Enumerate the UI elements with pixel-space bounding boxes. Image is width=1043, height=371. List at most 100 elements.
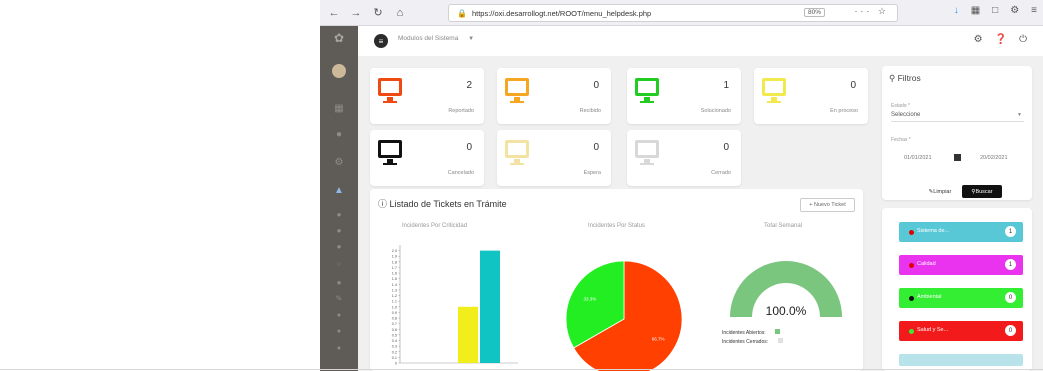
screen: ← → ↻ ⌂ 🔒 https://oxi.desarrollogt.net/R…: [0, 0, 1043, 371]
category-item[interactable]: Salud y Se... 0: [899, 321, 1023, 341]
category-item[interactable]: Calidad 1: [899, 255, 1023, 275]
status-card[interactable]: 2 Reportado: [370, 68, 484, 124]
circle-icon[interactable]: ○: [332, 258, 346, 270]
pie-chart-title: Incidentes Por Status: [588, 223, 646, 229]
search-icon: ⚲: [889, 73, 898, 83]
y-tick-label: 0.7: [392, 322, 397, 326]
date-to-input[interactable]: 20/02/2021: [980, 155, 1008, 161]
gauge-value: 100.0%: [766, 304, 807, 318]
sidebar: ✿ ▦ ● ⚙ ▲ ● ● ● ○ ● ✎ ● ● ●: [320, 26, 358, 371]
status-label: Recibido: [579, 108, 601, 114]
legend-swatch-closed: [777, 338, 783, 343]
help-icon[interactable]: ❓: [995, 34, 1007, 45]
monitor-icon: [635, 140, 659, 158]
settings-icon[interactable]: ⚙: [974, 34, 983, 45]
search-button-label: Buscar: [975, 188, 993, 195]
status-count: 0: [723, 142, 729, 153]
person-icon[interactable]: ●: [332, 276, 346, 288]
legend-label-closed: Incidentes Cerrados:: [722, 339, 769, 345]
edit-icon[interactable]: ✎: [332, 292, 346, 304]
circle-icon[interactable]: ●: [332, 325, 346, 337]
monitor-icon: [505, 78, 529, 96]
users-icon[interactable]: ●: [332, 128, 346, 140]
forward-icon[interactable]: →: [348, 5, 364, 21]
monitor-icon: [505, 140, 529, 158]
module-select-label: Modulos del Sistema: [398, 35, 459, 42]
page-actions-icon[interactable]: ··· ☆: [854, 6, 889, 17]
status-card[interactable]: 0 Cerrado: [627, 130, 741, 186]
address-bar[interactable]: 🔒 https://oxi.desarrollogt.net/ROOT/menu…: [448, 4, 898, 22]
status-card[interactable]: 0 Espera: [497, 130, 611, 186]
avatar[interactable]: [332, 64, 346, 78]
clear-button[interactable]: ✎ Limpiar: [922, 186, 958, 198]
monitor-icon: [378, 78, 402, 96]
reload-icon[interactable]: ↻: [370, 5, 386, 21]
logo-icon[interactable]: ✿: [332, 31, 346, 45]
menu-toggle-icon[interactable]: ≡: [374, 34, 388, 48]
y-tick-label: 1.9: [392, 255, 397, 259]
back-icon[interactable]: ←: [326, 5, 342, 21]
status-label: Cerrado: [711, 170, 731, 176]
bank-icon[interactable]: ▲: [332, 184, 346, 196]
status-select[interactable]: Seleccione ▼: [891, 110, 1024, 122]
dashboard-icon[interactable]: ▦: [332, 102, 346, 114]
legend-label-open: Incidentes Abiertos:: [722, 330, 766, 336]
circle-icon[interactable]: ●: [332, 342, 346, 354]
status-dot-icon: [909, 263, 914, 268]
category-label: Calidad: [917, 261, 936, 267]
y-tick-label: 0.9: [392, 311, 397, 315]
tag-icon[interactable]: ●: [332, 208, 346, 220]
zoom-level[interactable]: 80%: [803, 8, 825, 17]
tag-icon[interactable]: ●: [332, 240, 346, 252]
y-tick-label: 0.3: [392, 345, 397, 349]
category-label: Ambiental: [917, 294, 942, 300]
y-tick-label: 0: [395, 362, 397, 366]
status-card[interactable]: 0 Recibido: [497, 68, 611, 124]
module-select[interactable]: Modulos del Sistema ▼: [398, 35, 486, 47]
monitor-icon: [762, 78, 786, 96]
category-item[interactable]: Ambiental 0: [899, 288, 1023, 308]
new-ticket-button[interactable]: + Nuevo Ticket: [800, 198, 855, 212]
library-icon[interactable]: ▦: [971, 5, 980, 16]
status-label: Espera: [583, 170, 601, 176]
search-button[interactable]: ⚲ Buscar: [962, 185, 1002, 198]
y-tick-label: 0.6: [392, 328, 397, 332]
filters-title-text: Filtros: [897, 73, 921, 83]
status-count: 0: [466, 142, 472, 153]
monitor-base: [767, 101, 781, 103]
circle-icon[interactable]: ●: [332, 309, 346, 321]
category-item[interactable]: Sistema de... 1: [899, 222, 1023, 242]
filters-title: ⚲ Filtros: [889, 73, 921, 84]
menu-icon[interactable]: ≡: [1031, 5, 1037, 16]
right-panel: ⚲ Filtros Estado * Seleccione ▼ Fechas *…: [873, 56, 1043, 371]
settings-icon[interactable]: ⚙: [332, 156, 346, 168]
status-label: Reportado: [448, 108, 474, 114]
y-tick-label: 1.7: [392, 266, 397, 270]
power-icon[interactable]: ⏻: [1019, 34, 1027, 45]
status-card[interactable]: 1 Solucionado: [627, 68, 741, 124]
bottom-divider: [0, 369, 1043, 370]
status-count: 2: [466, 80, 472, 91]
extension-icon[interactable]: ⚙: [1010, 5, 1019, 16]
home-icon[interactable]: ⌂: [392, 5, 408, 21]
monitor-base: [383, 101, 397, 103]
app-header: ≡ Modulos del Sistema ▼ ⚙ ❓ ⏻: [358, 26, 1043, 56]
tag-icon[interactable]: ●: [332, 224, 346, 236]
filters-card: ⚲ Filtros Estado * Seleccione ▼ Fechas *…: [882, 66, 1032, 200]
monitor-base: [510, 163, 524, 165]
status-card[interactable]: 0 En proceso: [754, 68, 868, 124]
pie-slice-label: 66.7%: [652, 336, 665, 341]
status-card[interactable]: 0 Cancelado: [370, 130, 484, 186]
monitor-base: [640, 101, 654, 103]
legend-item-closed: Incidentes Cerrados:: [722, 338, 783, 345]
download-icon[interactable]: ↓: [954, 5, 959, 16]
category-label: Sistema de...: [917, 228, 950, 234]
y-tick-label: 2.0: [392, 249, 397, 253]
category-item[interactable]: [899, 354, 1023, 366]
reader-icon[interactable]: □: [992, 5, 998, 16]
calendar-icon[interactable]: [954, 154, 961, 161]
date-from-input[interactable]: 01/01/2021: [904, 155, 932, 161]
monitor-icon: [378, 140, 402, 158]
category-label: Salud y Se...: [917, 327, 949, 333]
y-tick-label: 1.2: [392, 294, 397, 298]
